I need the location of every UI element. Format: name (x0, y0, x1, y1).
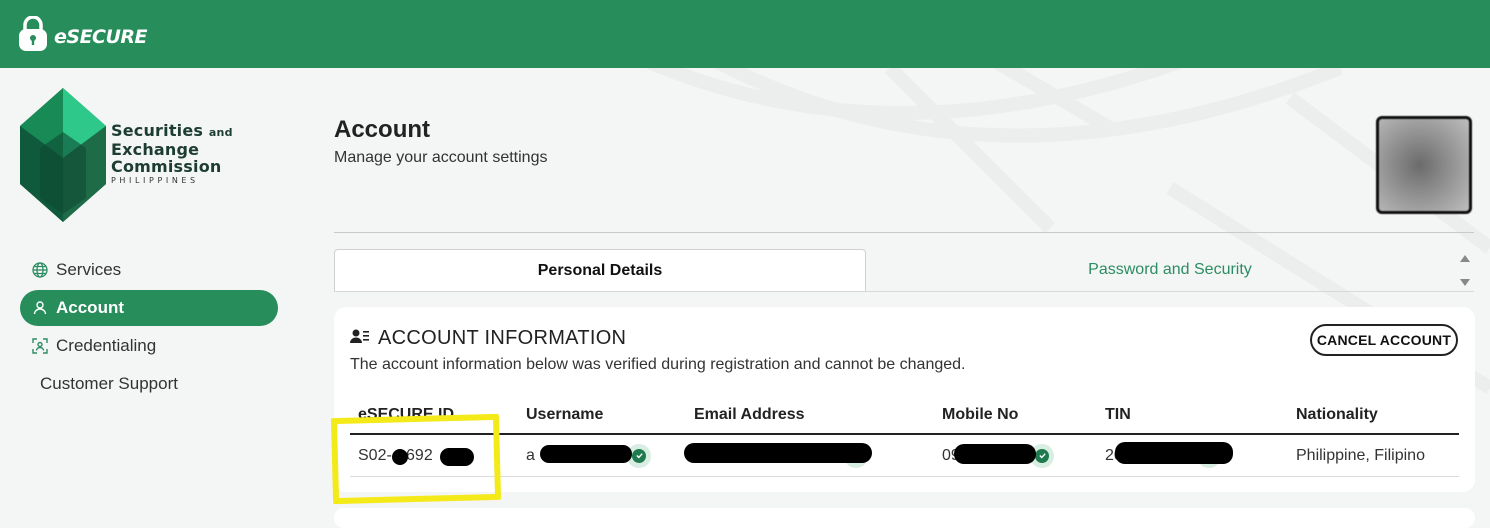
lock-icon (18, 15, 48, 57)
top-bar: eSECURE (0, 0, 1490, 68)
table-row: S02- -692 -89 a o (350, 434, 1459, 477)
sidebar-item-services[interactable]: Services (20, 252, 278, 288)
card-description: The account information below was verifi… (350, 356, 966, 373)
col-username: Username (518, 397, 686, 435)
sidebar-item-label: Services (56, 260, 122, 279)
table-header-row: eSECURE ID Username Email Address Mobile… (350, 397, 1459, 435)
page-subtitle: Manage your account settings (334, 149, 548, 166)
tab-scroll-arrows[interactable] (1459, 253, 1471, 289)
col-email: Email Address (686, 397, 934, 435)
globe-icon (32, 262, 48, 278)
account-info-card: ACCOUNT INFORMATION The account informat… (334, 307, 1475, 492)
redaction-mark (1115, 441, 1233, 464)
highlight-annotation (330, 413, 502, 505)
col-nationality: Nationality (1288, 397, 1459, 435)
brand[interactable]: eSECURE (18, 15, 148, 57)
sidebar-item-customer-support[interactable]: Customer Support (20, 366, 278, 402)
sidebar-item-label: Account (56, 298, 124, 317)
sidebar-item-label: Credentialing (56, 336, 157, 355)
account-info-table: eSECURE ID Username Email Address Mobile… (350, 397, 1459, 477)
sec-logo-text: Securities and Exchange Commission PHILI… (111, 121, 233, 185)
page-title: Account (334, 116, 430, 143)
tab-bar: Personal Details Password and Security (334, 249, 1474, 292)
cell-email: n (684, 434, 934, 477)
tab-personal-details[interactable]: Personal Details (334, 249, 866, 291)
col-mobile: Mobile No (934, 397, 1097, 435)
sidebar-nav: Services Account Credentialing Customer … (20, 252, 278, 404)
sidebar: Securities and Exchange Commission PHILI… (0, 68, 300, 515)
contact-card-icon (350, 328, 370, 349)
tab-password-security[interactable]: Password and Security (866, 249, 1474, 290)
sec-logo-emblem (20, 88, 106, 222)
redaction-mark (954, 443, 1036, 464)
divider (334, 232, 1474, 233)
cell-nationality: Philippine, Filipino (1288, 434, 1459, 477)
cancel-account-button[interactable]: CANCEL ACCOUNT (1310, 324, 1458, 356)
brand-name: eSECURE (54, 25, 148, 48)
cell-tin: 20 (1097, 434, 1288, 477)
redaction-mark (540, 444, 632, 463)
col-tin: TIN (1097, 397, 1288, 435)
sidebar-item-account[interactable]: Account (20, 290, 278, 326)
cell-mobile: 09 5 (934, 434, 1097, 477)
card-title: ACCOUNT INFORMATION (378, 327, 627, 349)
user-icon (32, 300, 48, 316)
sidebar-item-credentialing[interactable]: Credentialing (20, 328, 278, 364)
redaction-mark (684, 442, 872, 463)
avatar[interactable] (1376, 116, 1472, 214)
card-header: ACCOUNT INFORMATION (350, 327, 626, 350)
sidebar-item-label: Customer Support (40, 374, 178, 393)
id-scan-icon (32, 338, 48, 354)
next-card (334, 508, 1475, 528)
cell-username: a o (518, 434, 686, 477)
